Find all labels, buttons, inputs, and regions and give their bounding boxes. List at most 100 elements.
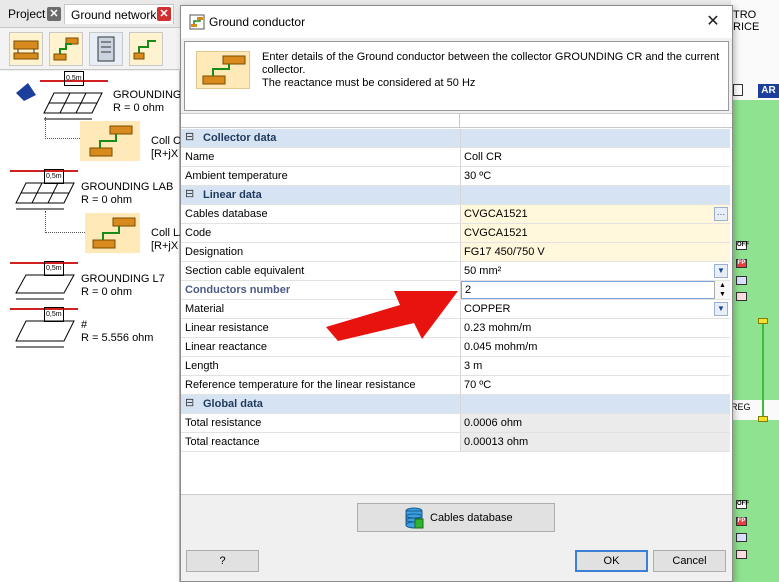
tree-node-unnamed[interactable]: # R = 5.556 ohm (81, 319, 153, 345)
row-section-cable[interactable]: Section cable equivalent 50 mm² ▼ (181, 262, 730, 281)
ambient-temperature-value[interactable]: 30 ºC (460, 167, 730, 185)
dialog-body: Enter details of the Ground conductor be… (181, 38, 732, 581)
name-value[interactable]: Coll CR (460, 148, 730, 166)
chevron-down-icon[interactable]: ▼ (714, 264, 728, 278)
material-select[interactable]: COPPER ▼ (460, 300, 730, 318)
dimension-label: 0,5m (44, 261, 64, 276)
row-material[interactable]: Material COPPER ▼ (181, 300, 730, 319)
spin-up-icon[interactable]: ▲ (715, 281, 730, 290)
link-tool-button[interactable] (129, 32, 163, 66)
collapse-icon[interactable]: ⊟ (185, 132, 196, 143)
chevron-down-icon[interactable]: ▼ (714, 302, 728, 316)
tree-connector (45, 117, 46, 139)
ground-conductor-dialog: Ground conductor ✕ Enter details of the … (180, 5, 733, 582)
ok-button[interactable]: OK (575, 550, 648, 572)
off-icon: OFF (736, 500, 749, 509)
dimension-label: 0,5m (44, 307, 64, 322)
linear-reactance-value[interactable]: 0.045 mohm/m (460, 338, 730, 356)
close-icon[interactable]: ✕ (47, 7, 61, 21)
diagram-node (758, 416, 768, 422)
total-reactance-value: 0.00013 ohm (460, 433, 730, 451)
ground-network-tree: 0,5m GROUNDING C R = 0 ohm Coll CR [R+jX… (0, 71, 192, 582)
row-designation[interactable]: Designation FG17 450/750 V (181, 243, 730, 262)
collector-icon[interactable] (85, 213, 140, 253)
section-global-data[interactable]: ⊟ Global data (181, 395, 730, 414)
section-collector-data[interactable]: ⊟ Collector data (181, 129, 730, 148)
diagram-title-fragment: TRO RICE (733, 9, 760, 33)
row-name[interactable]: Name Coll CR (181, 148, 730, 167)
collector-icon[interactable] (80, 121, 140, 161)
help-button[interactable]: ? (186, 550, 259, 572)
fp-icon: FP (736, 259, 747, 268)
grid-header (181, 114, 732, 128)
ground-grid-icon (16, 80, 108, 120)
tree-node-grounding-l7[interactable]: GROUNDING L7 R = 0 ohm (81, 273, 165, 299)
total-resistance-value: 0.0006 ohm (460, 414, 730, 432)
tree-connector (45, 138, 80, 139)
diagram-node (758, 318, 768, 324)
panel-tool-button[interactable] (89, 32, 123, 66)
property-grid: ⊟ Collector data Name Coll CR Ambient te… (181, 113, 732, 495)
conductor-tool-button[interactable] (49, 32, 83, 66)
section-linear-data[interactable]: ⊟ Linear data (181, 186, 730, 205)
reference-temperature-value[interactable]: 70 ºC (460, 376, 730, 394)
off-icon: OFF (736, 241, 749, 250)
conductors-number-input[interactable] (461, 281, 715, 299)
cables-database-button[interactable]: Cables database (357, 503, 555, 532)
row-linear-resistance[interactable]: Linear resistance 0.23 mohm/m (181, 319, 730, 338)
collapse-icon[interactable]: ⊟ (185, 189, 196, 200)
row-reference-temperature[interactable]: Reference temperature for the linear res… (181, 376, 730, 395)
row-code[interactable]: Code CVGCA1521 (181, 224, 730, 243)
cancel-button[interactable]: Cancel (653, 550, 726, 572)
info-text: Enter details of the Ground conductor be… (262, 51, 720, 89)
close-icon[interactable]: ✕ (702, 11, 724, 33)
meter-icon (736, 276, 747, 285)
grounding-tool-button[interactable] (9, 32, 43, 66)
spin-buttons[interactable]: ▲ ▼ (714, 281, 730, 299)
view-icon[interactable] (733, 84, 743, 96)
info-panel: Enter details of the Ground conductor be… (184, 41, 729, 111)
row-conductors-number[interactable]: Conductors number ▲ ▼ (181, 281, 730, 300)
tree-connector (45, 211, 46, 233)
diagram-green-zone (731, 100, 779, 400)
code-value[interactable]: CVGCA1521 (460, 224, 730, 242)
row-linear-reactance[interactable]: Linear reactance 0.045 mohm/m (181, 338, 730, 357)
row-ambient-temperature[interactable]: Ambient temperature 30 ºC (181, 167, 730, 186)
tree-node-grounding-lab[interactable]: GROUNDING LAB R = 0 ohm (81, 181, 173, 207)
spin-down-icon[interactable]: ▼ (715, 290, 730, 299)
dimension-label: 0,5m (64, 71, 84, 86)
collapse-icon[interactable]: ⊟ (185, 398, 196, 409)
browse-button[interactable]: … (714, 207, 728, 221)
link-icon (133, 40, 156, 60)
row-cables-database[interactable]: Cables database CVGCA1521 … (181, 205, 730, 224)
ground-toolbar (0, 28, 180, 70)
conductor-icon (53, 37, 79, 61)
length-value[interactable]: 3 m (460, 357, 730, 375)
tree-connector (45, 232, 85, 233)
row-total-resistance: Total resistance 0.0006 ohm (181, 414, 730, 433)
cables-database-value[interactable]: CVGCA1521 … (460, 205, 730, 223)
grounding-icon (13, 40, 39, 60)
dialog-titlebar: Ground conductor ✕ (181, 6, 732, 38)
disabled-icon (736, 292, 747, 301)
disabled-icon (736, 550, 747, 559)
dimension-label: 0,5m (44, 169, 64, 184)
right-diagram-strip: TRO RICE AR REG OFF FP OFF FP (731, 0, 779, 582)
row-total-reactance: Total reactance 0.00013 ohm (181, 433, 730, 452)
conductors-number-field[interactable]: ▲ ▼ (460, 281, 730, 299)
linear-resistance-value[interactable]: 0.23 mohm/m (460, 319, 730, 337)
conductor-icon (196, 51, 250, 89)
database-icon (405, 507, 424, 529)
section-cable-select[interactable]: 50 mm² ▼ (460, 262, 730, 280)
row-length[interactable]: Length 3 m (181, 357, 730, 376)
conductor-icon (189, 14, 205, 30)
ar-badge: AR (758, 84, 779, 98)
meter-icon (736, 533, 747, 542)
diagram-line (762, 318, 764, 418)
designation-value[interactable]: FG17 450/750 V (460, 243, 730, 261)
dialog-title: Ground conductor (209, 15, 306, 29)
fp-icon: FP (736, 517, 747, 526)
tab-project[interactable]: Project (2, 4, 45, 24)
close-icon[interactable]: ✕ (157, 7, 171, 21)
reg-label: REG (731, 402, 751, 412)
